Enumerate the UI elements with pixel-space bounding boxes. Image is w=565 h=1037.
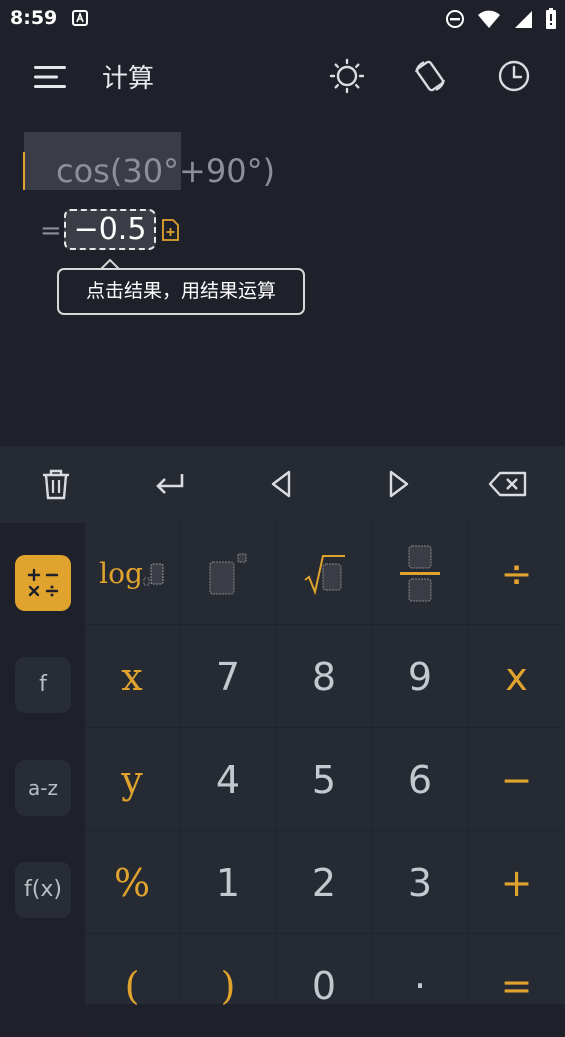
result-tooltip: 点击结果，用结果运算 — [57, 268, 305, 315]
sidebar-item-functions[interactable]: f — [15, 657, 71, 713]
key-percent[interactable]: % — [85, 832, 180, 934]
edit-toolbar — [0, 446, 565, 524]
notification-app-icon — [72, 10, 88, 26]
key-close-paren[interactable]: ) — [181, 935, 276, 1037]
key-decimal-point[interactable]: · — [373, 935, 468, 1037]
expression-input[interactable]: cos(30°+90°) — [56, 152, 275, 190]
theme-brightness-icon[interactable] — [329, 58, 365, 94]
key-2[interactable]: 2 — [277, 832, 372, 934]
battery-icon — [546, 8, 556, 29]
power-exponent-icon — [209, 553, 247, 594]
key-plus[interactable]: + — [469, 832, 564, 934]
key-power[interactable] — [181, 523, 276, 625]
key-sqrt[interactable] — [277, 523, 372, 625]
arithmetic-operators-icon — [27, 568, 59, 597]
key-divide[interactable]: ÷ — [469, 523, 564, 625]
text-cursor — [23, 152, 25, 190]
log-placeholder-icon — [143, 563, 164, 585]
keypad-mode-sidebar: f a-z f(x) — [0, 523, 85, 1004]
key-5[interactable]: 5 — [277, 729, 372, 831]
sidebar-item-arithmetic[interactable] — [15, 555, 71, 611]
cursor-right-icon[interactable] — [380, 466, 416, 502]
key-minus[interactable]: − — [469, 729, 564, 831]
key-7[interactable]: 7 — [181, 626, 276, 728]
status-icons — [445, 8, 557, 30]
key-equals[interactable]: = — [469, 935, 564, 1037]
page-title: 计算 — [102, 64, 155, 94]
equals-sign: = — [40, 216, 62, 246]
key-6[interactable]: 6 — [373, 729, 468, 831]
key-9[interactable]: 9 — [373, 626, 468, 728]
clear-trash-icon[interactable] — [38, 466, 74, 502]
status-bar: 8:59 — [0, 0, 565, 38]
calculator-display: cos(30°+90°) = −0.5 点击结果，用结果运算 — [0, 118, 565, 448]
key-y-variable[interactable]: y — [85, 729, 180, 831]
key-4[interactable]: 4 — [181, 729, 276, 831]
do-not-disturb-icon — [446, 10, 464, 28]
cell-signal-icon — [515, 11, 532, 28]
key-3[interactable]: 3 — [373, 832, 468, 934]
key-fraction[interactable] — [373, 523, 468, 625]
key-log-label: log — [99, 557, 143, 590]
backspace-icon[interactable] — [488, 466, 528, 502]
key-0[interactable]: 0 — [277, 935, 372, 1037]
key-x-variable[interactable]: x — [85, 626, 180, 728]
history-clock-icon[interactable] — [496, 58, 532, 94]
result-value[interactable]: −0.5 — [64, 209, 156, 250]
keypad: log ÷ x 7 8 9 x y 4 5 6 − % 1 2 3 + () … — [85, 523, 565, 1037]
fraction-icon — [400, 545, 440, 601]
square-root-icon — [304, 554, 345, 595]
app-bar: 计算 — [0, 38, 565, 118]
copy-result-icon[interactable] — [160, 219, 180, 241]
key-multiply[interactable]: x — [469, 626, 564, 728]
key-log[interactable]: log — [85, 523, 180, 625]
cursor-left-icon[interactable] — [264, 466, 300, 502]
key-1[interactable]: 1 — [181, 832, 276, 934]
sidebar-item-variables[interactable]: a-z — [15, 760, 71, 816]
key-open-paren[interactable]: ( — [85, 935, 180, 1037]
key-8[interactable]: 8 — [277, 626, 372, 728]
menu-icon[interactable] — [32, 62, 68, 92]
enter-newline-icon[interactable] — [152, 466, 188, 502]
status-time: 8:59 — [10, 7, 58, 29]
screen-rotation-icon[interactable] — [412, 58, 448, 94]
wifi-icon — [478, 10, 500, 28]
sidebar-item-fx[interactable]: f(x) — [15, 862, 71, 918]
